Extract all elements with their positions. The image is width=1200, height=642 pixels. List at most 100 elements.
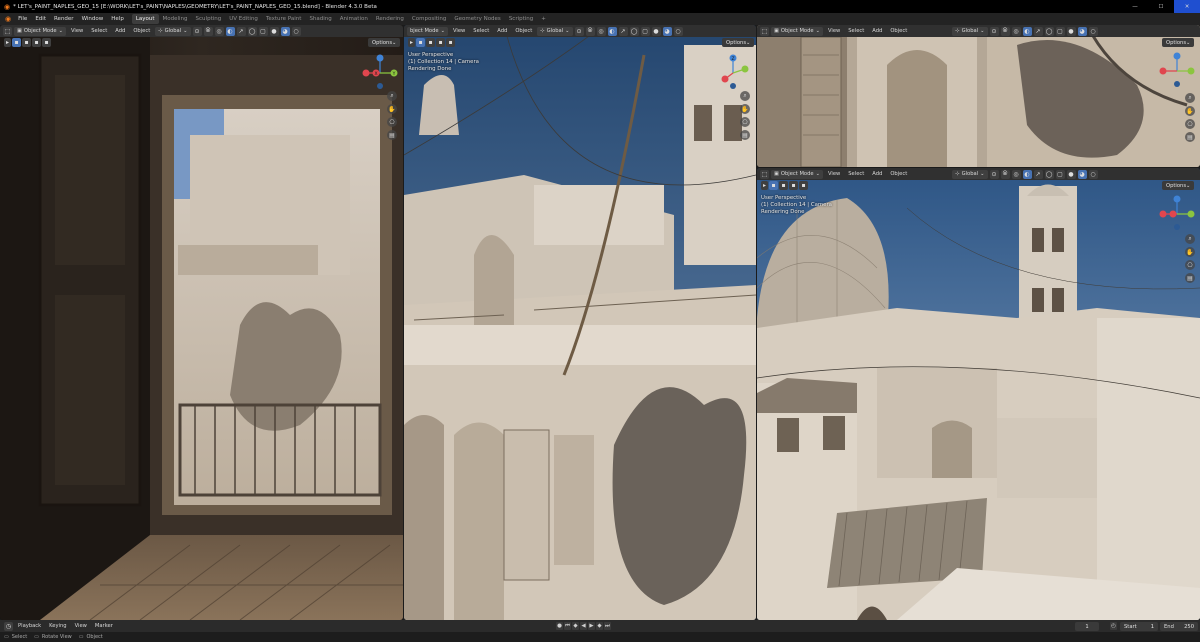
pan-hand-icon[interactable]: ✋	[1185, 247, 1195, 257]
xray-icon[interactable]: ▢	[258, 26, 268, 36]
play-reverse-icon[interactable]: ◀	[580, 622, 587, 630]
editor-type-icon[interactable]: ⬚	[760, 26, 769, 36]
blender-menu-icon[interactable]: ◉	[2, 15, 14, 23]
gizmo-toggle-icon[interactable]: ↗	[1033, 26, 1043, 36]
menu-object[interactable]: Object	[887, 171, 910, 177]
tab-uv-editing[interactable]: UV Editing	[225, 14, 262, 24]
viewport-left[interactable]: ⬚ ▣ Object Mode ⌄ View Select Add Object ⊹…	[0, 25, 403, 620]
shading-material-icon[interactable]: ◕	[662, 26, 672, 36]
options-dropdown[interactable]: Options ⌄	[368, 38, 401, 47]
tab-animation[interactable]: Animation	[336, 14, 372, 24]
camera-icon[interactable]: ⎔	[740, 117, 750, 127]
overlays-icon[interactable]: ◯	[629, 26, 639, 36]
grid-icon[interactable]: ▤	[1185, 132, 1195, 142]
shading-rendered-icon[interactable]: ○	[673, 26, 683, 36]
zoom-icon[interactable]: ⌕	[1185, 93, 1195, 103]
prev-keyframe-icon[interactable]: ◆	[572, 622, 579, 630]
grid-icon[interactable]: ▤	[740, 130, 750, 140]
menu-edit[interactable]: Edit	[31, 13, 50, 25]
pivot-icon[interactable]: ⊙	[989, 169, 999, 179]
play-icon[interactable]: ▶	[588, 622, 595, 630]
zoom-icon[interactable]: ⌕	[740, 91, 750, 101]
tab-scripting[interactable]: Scripting	[505, 14, 537, 24]
pan-hand-icon[interactable]: ✋	[1185, 106, 1195, 116]
pivot-icon[interactable]: ⊙	[574, 26, 584, 36]
viewport-middle[interactable]: bject Mode ⌄ View Select Add Object ⊹ Glob…	[404, 25, 756, 620]
menu-view[interactable]: View	[825, 28, 843, 34]
tab-texture-paint[interactable]: Texture Paint	[262, 14, 306, 24]
overlays-icon[interactable]: ◯	[1044, 26, 1054, 36]
menu-add[interactable]: Add	[112, 28, 128, 34]
select-subtract-icon[interactable]: ▪	[32, 38, 41, 47]
menu-add[interactable]: Add	[494, 28, 510, 34]
proportional-edit-icon[interactable]: ◎	[596, 26, 606, 36]
snap-icon[interactable]: ⦾	[203, 26, 213, 36]
pivot-icon[interactable]: ⊙	[989, 26, 999, 36]
end-frame-field[interactable]: End 250	[1160, 622, 1198, 631]
navigation-gizmo[interactable]	[1157, 51, 1197, 91]
tab-sculpting[interactable]: Sculpting	[192, 14, 226, 24]
shading-material-icon[interactable]: ◕	[1077, 26, 1087, 36]
menu-select[interactable]: Select	[845, 28, 867, 34]
jump-start-icon[interactable]: ⏮	[564, 622, 571, 630]
transform-orientation-dropdown[interactable]: ⊹ Global ⌄	[537, 26, 573, 36]
transform-orientation-dropdown[interactable]: ⊹ Global ⌄	[952, 26, 988, 36]
transform-orientation-dropdown[interactable]: ⊹ Global ⌄	[155, 26, 191, 36]
record-icon[interactable]: ●	[556, 622, 563, 630]
visibility-icon[interactable]: ◐	[607, 26, 617, 36]
menu-marker[interactable]: Marker	[92, 623, 116, 629]
menu-object[interactable]: Object	[130, 28, 153, 34]
mode-dropdown[interactable]: ▣ Object Mode ⌄	[14, 26, 66, 36]
shading-material-icon[interactable]: ◕	[280, 26, 290, 36]
xray-icon[interactable]: ▢	[1055, 169, 1065, 179]
viewport-top-right[interactable]: ⬚ ▣ Object Mode ⌄ View Select Add Object ⊹…	[757, 25, 1200, 167]
camera-icon[interactable]: ⎔	[1185, 119, 1195, 129]
gizmo-toggle-icon[interactable]: ↗	[618, 26, 628, 36]
select-extend-icon[interactable]: ▪	[22, 38, 31, 47]
menu-help[interactable]: Help	[107, 13, 128, 25]
xray-icon[interactable]: ▢	[640, 26, 650, 36]
menu-object[interactable]: Object	[887, 28, 910, 34]
viewport-bottom-right[interactable]: ⬚ ▣ Object Mode ⌄ View Select Add Object ⊹…	[757, 168, 1200, 620]
mode-dropdown[interactable]: ▣ Object Mode ⌄	[771, 26, 823, 36]
select-invert-icon[interactable]: ▪	[42, 38, 51, 47]
zoom-icon[interactable]: ⌕	[1185, 234, 1195, 244]
tab-geometry-nodes[interactable]: Geometry Nodes	[450, 14, 504, 24]
editor-type-icon[interactable]: ⬚	[3, 26, 12, 36]
select-invert-icon[interactable]: ▪	[446, 38, 455, 47]
shading-rendered-icon[interactable]: ○	[1088, 169, 1098, 179]
menu-view[interactable]: View	[72, 623, 90, 629]
camera-icon[interactable]: ⎔	[1185, 260, 1195, 270]
menu-view[interactable]: View	[68, 28, 86, 34]
maximize-button[interactable]: ☐	[1148, 0, 1174, 13]
select-subtract-icon[interactable]: ▪	[436, 38, 445, 47]
add-workspace-button[interactable]: +	[537, 14, 550, 24]
menu-view[interactable]: View	[825, 171, 843, 177]
mode-dropdown[interactable]: ▣ Object Mode ⌄	[771, 169, 823, 179]
navigation-gizmo[interactable]: Z	[713, 53, 753, 93]
tab-rendering[interactable]: Rendering	[372, 14, 408, 24]
timer-icon[interactable]: ◴	[1110, 622, 1117, 630]
select-box-icon[interactable]: ▪	[416, 38, 425, 47]
menu-window[interactable]: Window	[78, 13, 108, 25]
shading-material-icon[interactable]: ◕	[1077, 169, 1087, 179]
zoom-icon[interactable]: ⌕	[387, 91, 397, 101]
current-frame-field[interactable]: 1	[1075, 622, 1099, 631]
tool-icon[interactable]: ▸	[408, 38, 415, 47]
visibility-icon[interactable]: ◐	[1022, 26, 1032, 36]
menu-add[interactable]: Add	[869, 171, 885, 177]
xray-icon[interactable]: ▢	[1055, 26, 1065, 36]
lock-icon[interactable]: ▤	[387, 130, 397, 140]
select-extend-icon[interactable]: ▪	[779, 181, 788, 190]
visibility-icon[interactable]: ◐	[225, 26, 235, 36]
proportional-edit-icon[interactable]: ◎	[1011, 169, 1021, 179]
navigation-gizmo[interactable]	[1157, 194, 1197, 234]
snap-icon[interactable]: ⦾	[1000, 26, 1010, 36]
menu-select[interactable]: Select	[470, 28, 492, 34]
menu-playback[interactable]: Playback	[15, 623, 44, 629]
shading-rendered-icon[interactable]: ○	[1088, 26, 1098, 36]
menu-add[interactable]: Add	[869, 28, 885, 34]
tab-modeling[interactable]: Modeling	[159, 14, 192, 24]
tool-icon[interactable]: ▸	[761, 181, 768, 190]
select-invert-icon[interactable]: ▪	[799, 181, 808, 190]
